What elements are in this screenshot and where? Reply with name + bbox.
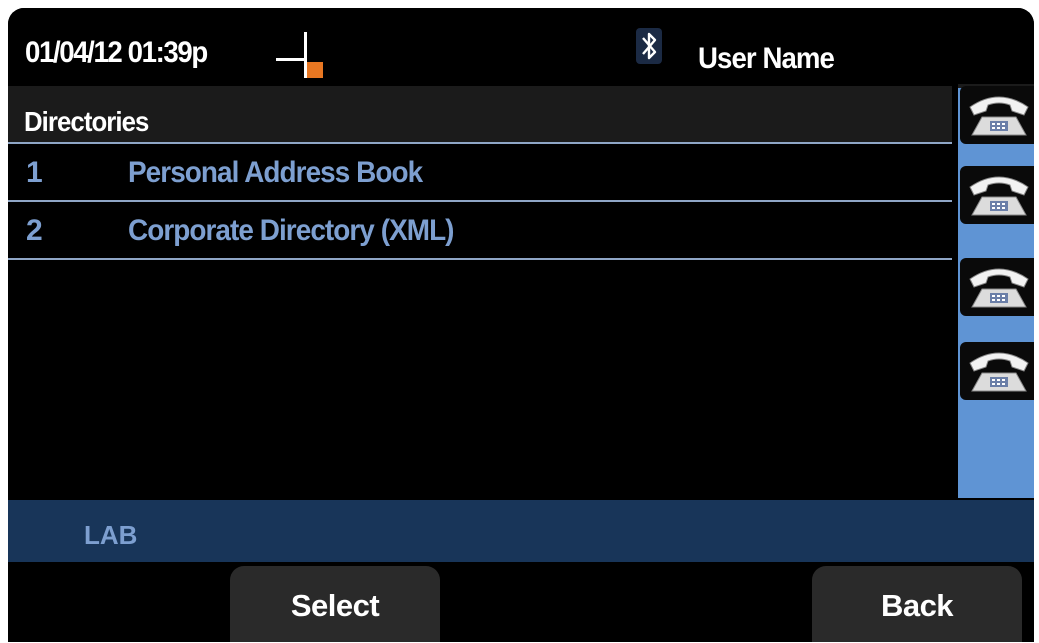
list-item-number: 2 xyxy=(26,214,43,247)
line-key-3[interactable] xyxy=(960,258,1034,316)
bluetooth-icon xyxy=(636,28,662,64)
phone-handset-icon xyxy=(969,176,1029,216)
softkey-bar: Select Back xyxy=(8,562,1034,642)
date-time: 01/04/12 01:39p xyxy=(25,36,208,69)
line-status-icon xyxy=(276,32,323,78)
status-bar: 01/04/12 01:39p User Name xyxy=(8,8,1034,86)
line-key-1[interactable] xyxy=(960,86,1034,144)
line-key-4[interactable] xyxy=(960,342,1034,400)
phone-handset-icon xyxy=(969,96,1029,136)
list-item-label: Corporate Directory (XML) xyxy=(128,214,454,247)
phone-handset-icon xyxy=(969,352,1029,392)
back-button[interactable]: Back xyxy=(812,566,1022,642)
line-key-2[interactable] xyxy=(960,166,1034,224)
page-title: Directories xyxy=(24,106,149,137)
directories-header: Directories xyxy=(8,86,952,144)
list-item-number: 1 xyxy=(26,156,43,189)
line-label: LAB xyxy=(84,520,138,550)
user-name: User Name xyxy=(698,42,835,75)
phone-screen: 01/04/12 01:39p User Name Directories 1 … xyxy=(8,8,1034,642)
list-item-corporate-directory[interactable]: 2 Corporate Directory (XML) xyxy=(8,202,952,260)
label-bar: LAB xyxy=(8,500,1034,562)
list-item-label: Personal Address Book xyxy=(128,156,423,189)
select-button[interactable]: Select xyxy=(230,566,440,642)
phone-handset-icon xyxy=(969,268,1029,308)
list-item-personal-address-book[interactable]: 1 Personal Address Book xyxy=(8,144,952,202)
